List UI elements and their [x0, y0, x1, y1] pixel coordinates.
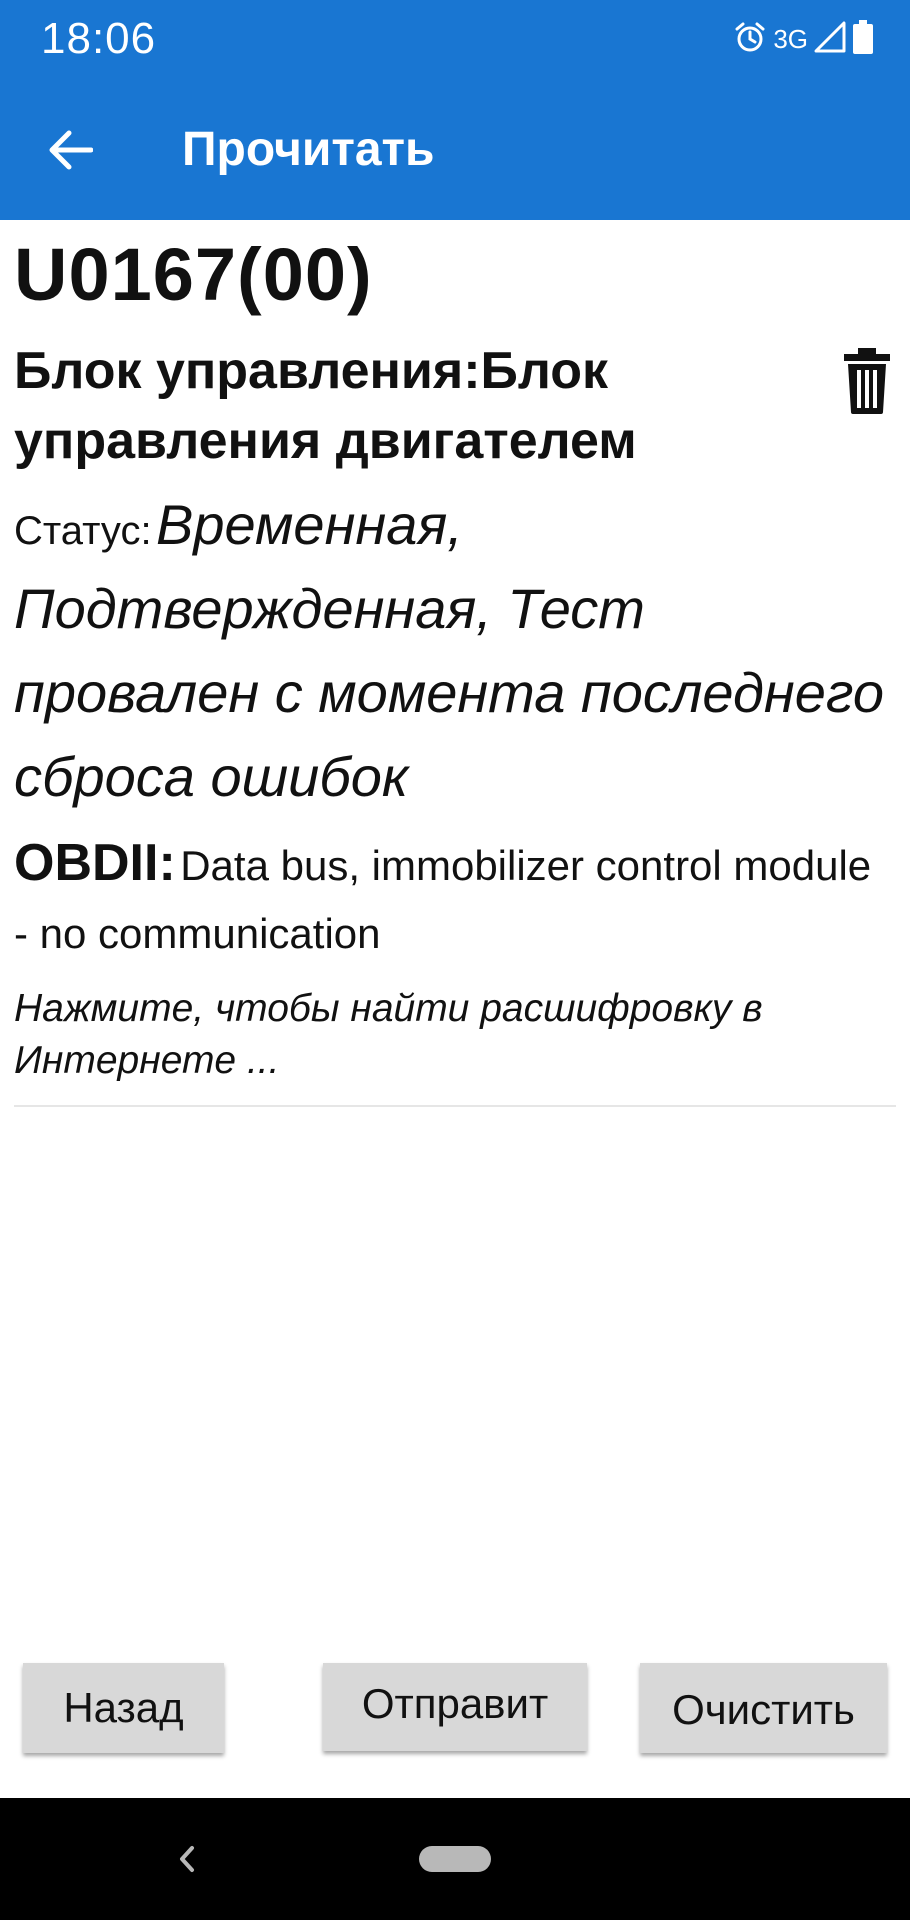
nav-home-pill[interactable] — [419, 1846, 491, 1872]
battery-icon — [852, 19, 874, 60]
alarm-icon — [733, 20, 767, 59]
app-bar: Прочитать — [0, 80, 910, 220]
error-details[interactable]: U0167(00) Блок управления:Блок управлени… — [14, 220, 896, 1107]
signal-icon — [814, 21, 846, 58]
search-online-link[interactable]: Нажмите, чтобы найти расшифровку в Интер… — [14, 983, 896, 1087]
page-title: Прочитать — [182, 123, 435, 176]
nav-back-icon[interactable] — [172, 1834, 202, 1884]
divider — [14, 1105, 896, 1107]
status-bar: 18:06 3G — [0, 0, 910, 80]
network-type: 3G — [773, 23, 808, 54]
control-unit-name: Блок управления:Блок управления двигател… — [14, 342, 637, 470]
status-label: Статус: — [14, 509, 152, 553]
system-nav-bar — [0, 1798, 910, 1920]
back-button[interactable]: Назад — [23, 1663, 224, 1753]
obd-label: OBDII: — [14, 834, 176, 892]
status-time: 18:06 — [41, 14, 157, 63]
control-unit-row: Блок управления:Блок управления двигател… — [14, 336, 896, 476]
arrow-left-icon[interactable] — [40, 120, 100, 180]
error-code: U0167(00) — [14, 233, 373, 316]
status-icons: 3G — [733, 19, 874, 60]
obd-description: OBDII: Data bus, immobilizer control mod… — [14, 834, 896, 973]
send-button[interactable]: Отправит — [323, 1663, 587, 1751]
error-status: Статус: Временная, Подтвержденная, Тест … — [14, 490, 896, 826]
clear-button[interactable]: Очистить — [640, 1663, 887, 1753]
trash-icon[interactable] — [842, 346, 892, 416]
